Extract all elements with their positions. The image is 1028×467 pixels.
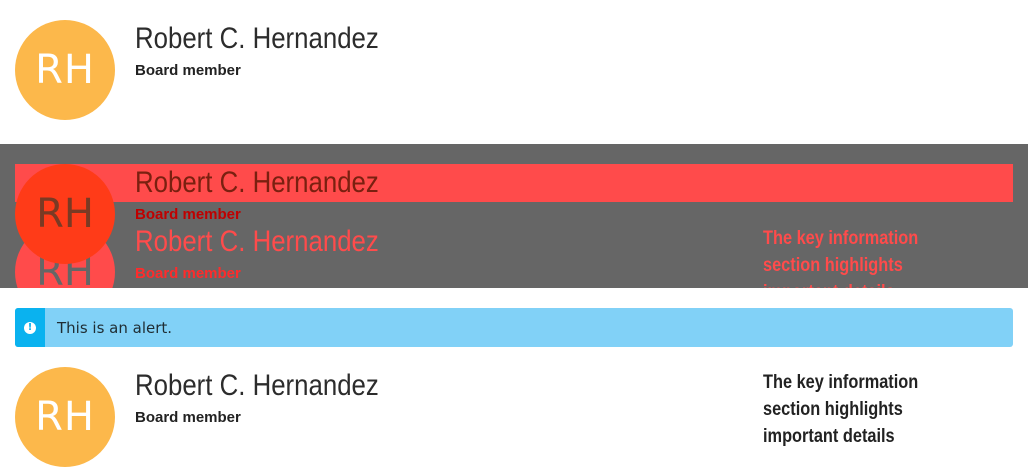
profile-role: Board member [135, 62, 241, 79]
ghost-key-info-line: section highlights [763, 255, 903, 276]
alert-icon-box: ! [15, 308, 45, 347]
ghost-key-info: The key information section highlights i… [763, 225, 935, 288]
ghost-avatar-highlighted-initials: RH [36, 191, 94, 237]
key-info-line: The key information [763, 372, 919, 393]
alert-message: This is an alert. [57, 319, 173, 337]
ghost-role: Board member [135, 265, 241, 282]
ghost-name: Robert C. Hernandez [135, 225, 379, 258]
profile-card-top: RH Robert C. Hernandez Board member [0, 0, 1028, 140]
avatar: RH [15, 20, 115, 120]
key-info: The key information section highlights i… [763, 369, 935, 450]
profile-card-bottom: RH Robert C. Hernandez Board member The … [0, 347, 1028, 467]
ghost-key-info-line: important details [763, 279, 935, 288]
profile-role: Board member [135, 409, 241, 426]
ghost-role-highlighted: Board member [135, 206, 241, 223]
key-info-line: important details [763, 426, 895, 447]
exclamation-circle-icon: ! [24, 321, 36, 334]
avatar: RH [15, 367, 115, 467]
ghost-name-highlighted: Robert C. Hernandez [135, 166, 379, 199]
profile-name: Robert C. Hernandez [135, 22, 379, 55]
avatar-initials: RH [35, 394, 95, 440]
profile-name: Robert C. Hernandez [135, 369, 379, 402]
info-alert: ! This is an alert. [15, 308, 1013, 347]
key-info-line: section highlights [763, 399, 903, 420]
ghost-key-info-line: The key information [763, 228, 919, 249]
ghost-avatar-highlighted: RH [15, 164, 115, 264]
avatar-initials: RH [35, 47, 95, 93]
highlight-overlay: RH RH Robert C. Hernandez Board member R… [0, 144, 1028, 288]
